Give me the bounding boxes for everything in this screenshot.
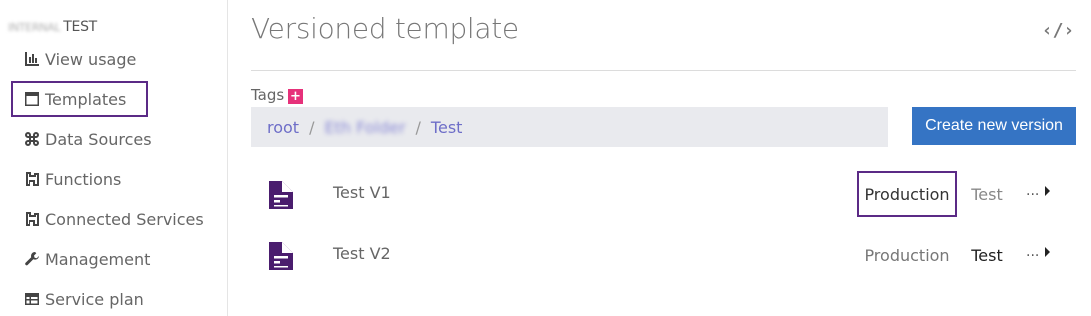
caret-right-icon [1045,247,1051,257]
production-env-toggle[interactable]: Production [857,232,957,278]
bar-chart-icon [22,49,42,69]
org-name: TEST [63,19,97,35]
sidebar-item-label: Templates [45,89,127,109]
test-env-toggle[interactable]: Test [963,171,1011,217]
more-menu[interactable]: ... [1026,244,1051,260]
command-icon [22,129,42,149]
sidebar-item-label: View usage [45,49,137,69]
version-row[interactable]: Test V2 Production Test ... [251,230,1076,282]
test-env-toggle[interactable]: Test [963,232,1011,278]
sidebar-item-label: Functions [45,169,122,189]
org-blurred-name: INTERNAL [8,21,61,34]
sidebar-item-label: Data Sources [45,129,152,149]
org-header: INTERNAL TEST [8,19,97,35]
breadcrumb-item-folder[interactable]: Eth Folder [324,118,405,137]
sidebar-item-service-plan[interactable]: Service plan [12,281,212,316]
more-label: ... [1026,183,1040,199]
more-menu[interactable]: ... [1026,183,1051,199]
document-icon [269,242,293,270]
more-label: ... [1026,244,1040,260]
sidebar-item-label: Service plan [45,289,144,309]
wrench-icon [22,249,42,269]
version-row[interactable]: Test V1 Production Test ... [251,169,1076,221]
breadcrumb: root / Eth Folder / Test [251,107,888,147]
create-new-version-button[interactable]: Create new version [912,107,1076,145]
production-env-toggle[interactable]: Production [857,171,957,217]
plug-icon [22,209,42,229]
sidebar: INTERNAL TEST View usage Templates Data S… [0,0,228,316]
version-name[interactable]: Test V2 [333,244,391,263]
divider [251,70,1076,71]
sidebar-item-templates[interactable]: Templates [11,81,148,117]
window-icon [22,89,42,109]
breadcrumb-separator: / [309,117,315,137]
caret-right-icon [1045,186,1051,196]
sidebar-item-functions[interactable]: Functions [12,161,212,197]
sidebar-item-connected-services[interactable]: Connected Services [12,201,212,237]
document-icon [269,181,293,209]
sidebar-item-label: Connected Services [45,209,204,229]
version-name[interactable]: Test V1 [333,183,391,202]
plug-icon [22,169,42,189]
breadcrumb-item-root[interactable]: root [267,118,299,137]
table-icon [22,289,42,309]
breadcrumb-item-current[interactable]: Test [431,118,463,137]
sidebar-item-data-sources[interactable]: Data Sources [12,121,212,157]
add-tag-button[interactable]: + [288,89,303,104]
sidebar-item-label: Management [45,249,151,269]
code-toggle-icon[interactable]: ‹/› [1042,18,1075,42]
sidebar-item-view-usage[interactable]: View usage [12,41,212,77]
sidebar-item-management[interactable]: Management [12,241,212,277]
tags-label: Tags [251,86,285,104]
breadcrumb-separator: / [415,117,421,137]
page-title: Versioned template [251,12,519,45]
